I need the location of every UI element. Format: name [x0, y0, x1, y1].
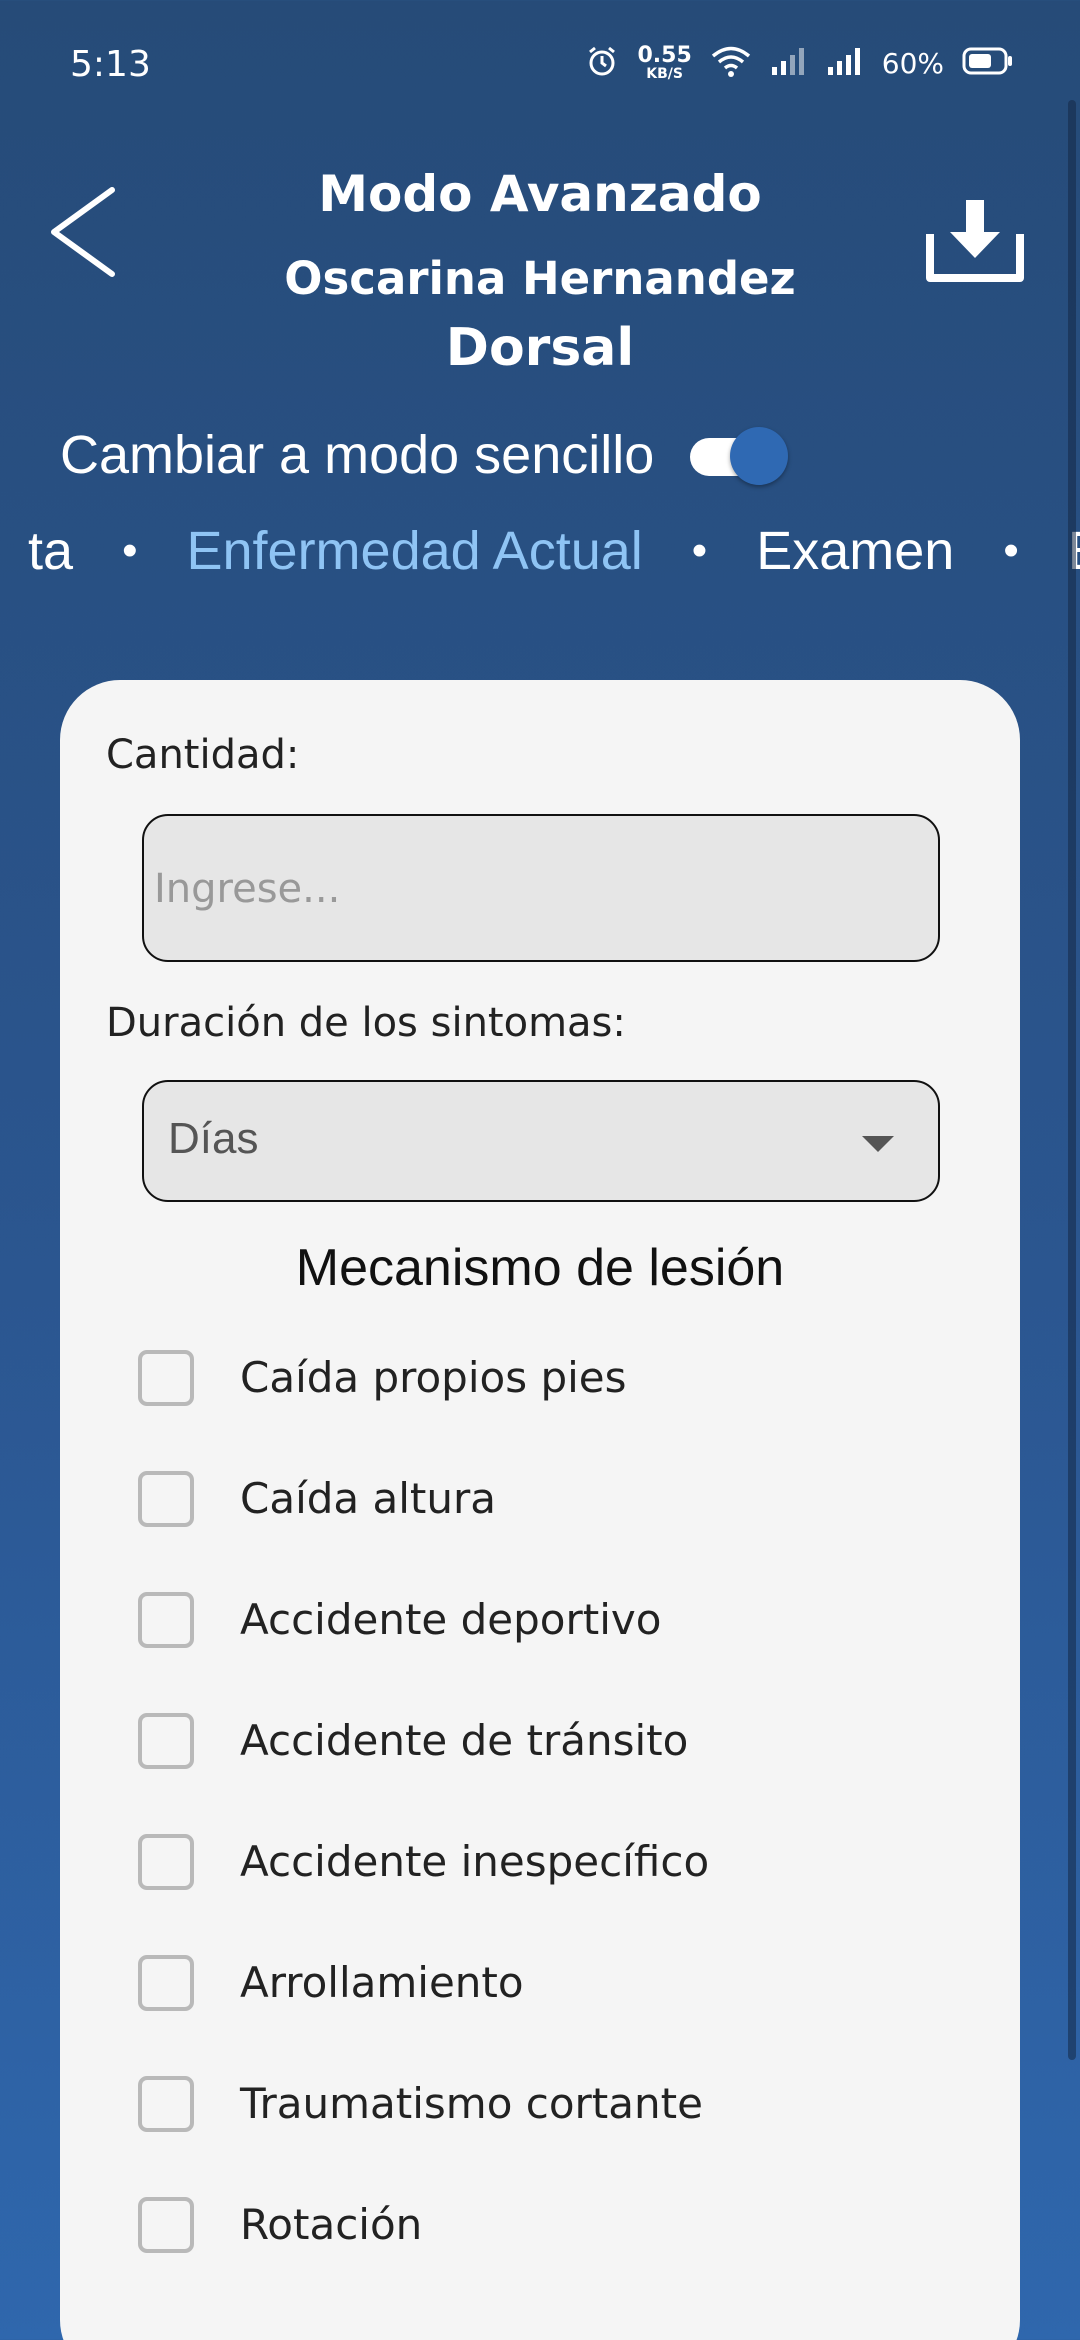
net-speed-unit: KB/S — [646, 66, 683, 82]
net-speed-value: 0.55 — [637, 43, 692, 68]
tab-separator: • — [1003, 526, 1019, 575]
checkbox[interactable] — [138, 1955, 194, 2011]
mechanism-option-label: Accidente inespecífico — [240, 1837, 710, 1886]
mechanism-option[interactable]: Traumatismo cortante — [138, 2076, 998, 2197]
checkbox[interactable] — [138, 1350, 194, 1406]
mechanism-option[interactable]: Accidente deportivo — [138, 1592, 998, 1713]
mechanism-option[interactable]: Accidente inespecífico — [138, 1834, 998, 1955]
mechanism-title: Mecanismo de lesión — [295, 1239, 785, 1297]
checkbox[interactable] — [138, 1471, 194, 1527]
download-button[interactable] — [922, 196, 1032, 286]
mechanism-option[interactable]: Accidente de tránsito — [138, 1713, 998, 1834]
status-bar: 5:13 0.55 KB/S 60% — [0, 0, 1080, 130]
page-title: Modo Avanzado — [318, 165, 762, 223]
mechanism-option-label: Caída propios pies — [240, 1353, 627, 1402]
signal-icon-1 — [770, 45, 808, 81]
tab-separator: • — [691, 526, 708, 575]
tab-examen[interactable]: Examen — [756, 520, 954, 582]
duration-label: Duración de los sintomas: — [106, 1000, 626, 1046]
status-time: 5:13 — [70, 44, 151, 85]
mechanism-option[interactable]: Rotación — [138, 2197, 998, 2318]
mode-switch-label: Cambiar a modo sencillo — [60, 425, 655, 485]
mechanism-list: Caída propios pies Caída altura Accident… — [138, 1350, 998, 2318]
checkbox[interactable] — [138, 2197, 194, 2253]
net-speed: 0.55 KB/S — [637, 43, 692, 82]
checkbox[interactable] — [138, 1713, 194, 1769]
battery-percentage: 60% — [881, 46, 944, 80]
mechanism-option-label: Accidente de tránsito — [240, 1716, 689, 1765]
mechanism-option-label: Accidente deportivo — [240, 1595, 662, 1644]
caret-down-icon — [862, 1136, 894, 1152]
duration-select[interactable]: Días — [142, 1080, 940, 1202]
quantity-label: Cantidad: — [106, 732, 300, 778]
checkbox[interactable] — [138, 1592, 194, 1648]
duration-select-value: Días — [168, 1114, 259, 1163]
body-region: Dorsal — [445, 318, 635, 378]
toggle-knob — [730, 427, 789, 485]
scrollbar[interactable] — [1068, 100, 1076, 2060]
form-card: Cantidad: Ingrese... Duración de los sin… — [60, 680, 1020, 2340]
mechanism-option-label: Rotación — [240, 2200, 423, 2249]
alarm-icon — [585, 44, 619, 82]
tab-separator: • — [122, 526, 138, 575]
battery-icon — [962, 46, 1014, 80]
mechanism-option[interactable]: Caída altura — [138, 1471, 998, 1592]
checkbox[interactable] — [138, 2076, 194, 2132]
mechanism-option[interactable]: Caída propios pies — [138, 1350, 998, 1471]
mode-switch-row: Cambiar a modo sencillo — [60, 420, 789, 490]
section-tabs: ta • Enfermedad Actual • Examen • E — [0, 520, 1080, 600]
mechanism-option-label: Traumatismo cortante — [240, 2079, 703, 2128]
mechanism-option[interactable]: Arrollamiento — [138, 1955, 998, 2076]
mechanism-option-label: Caída altura — [240, 1474, 496, 1523]
patient-name: Oscarina Hernandez — [284, 252, 796, 305]
tab-enfermedad-actual[interactable]: Enfermedad Actual — [186, 520, 642, 582]
signal-icon-2 — [826, 45, 864, 81]
download-icon — [926, 200, 1024, 282]
mechanism-option-label: Arrollamiento — [240, 1958, 524, 2007]
wifi-icon — [710, 44, 752, 82]
simple-mode-toggle[interactable] — [690, 427, 789, 485]
quantity-input[interactable]: Ingrese... — [142, 814, 940, 962]
checkbox[interactable] — [138, 1834, 194, 1890]
tab-previous[interactable]: ta — [28, 520, 73, 582]
status-icons: 0.55 KB/S 60% — [585, 44, 1014, 82]
